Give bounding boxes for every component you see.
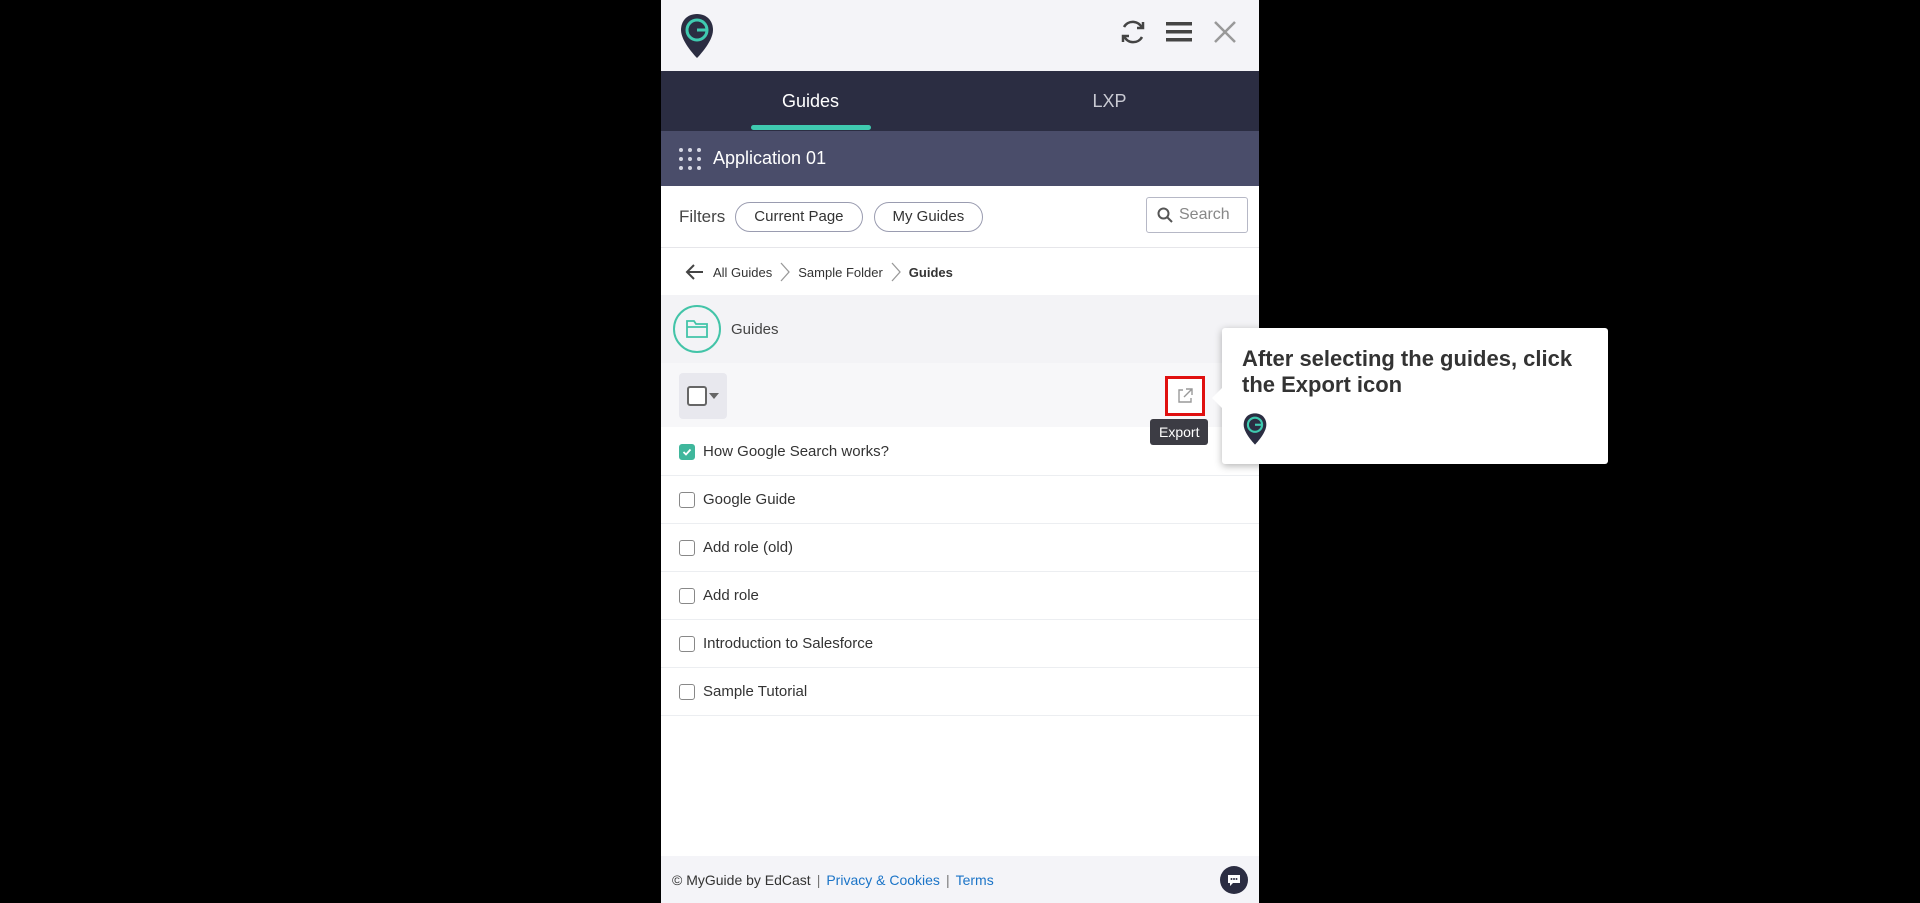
footer: © MyGuide by EdCast | Privacy & Cookies …	[661, 856, 1259, 903]
guide-title: Sample Tutorial	[703, 683, 808, 700]
list-toolbar	[661, 363, 1259, 427]
hamburger-menu-icon[interactable]	[1163, 16, 1195, 48]
walkthrough-callout: After selecting the guides, click the Ex…	[1212, 328, 1608, 464]
guide-checkbox[interactable]	[679, 587, 695, 604]
folder-header: Guides	[661, 295, 1259, 363]
footer-separator: |	[945, 871, 950, 888]
guide-row[interactable]: Sample Tutorial	[661, 668, 1259, 716]
breadcrumb: All Guides Sample Folder Guides	[661, 249, 1259, 295]
chat-icon	[1228, 875, 1240, 886]
export-icon	[1178, 388, 1193, 403]
guide-title: How Google Search works?	[703, 443, 889, 460]
breadcrumb-guides: Guides	[908, 264, 953, 280]
guide-row[interactable]: Add role	[661, 572, 1259, 620]
caret-down-icon	[709, 393, 719, 399]
tab-bar: Guides LXP	[661, 71, 1259, 131]
guide-title: Google Guide	[703, 491, 796, 508]
select-all-dropdown[interactable]	[679, 373, 727, 419]
export-button[interactable]	[1165, 376, 1205, 416]
tab-guides[interactable]: Guides	[661, 71, 960, 131]
close-icon[interactable]	[1209, 16, 1241, 48]
breadcrumb-sample-folder[interactable]: Sample Folder	[798, 265, 883, 280]
filters-bar: Filters Current Page My Guides Search	[661, 186, 1259, 248]
tab-lxp[interactable]: LXP	[960, 71, 1259, 131]
guide-title: Add role	[703, 587, 759, 604]
application-name: Application 01	[713, 148, 827, 168]
search-input[interactable]: Search	[1146, 197, 1248, 233]
filter-current-page[interactable]: Current Page	[735, 201, 863, 232]
search-placeholder: Search	[1179, 206, 1230, 223]
guide-row[interactable]: Introduction to Salesforce	[661, 620, 1259, 668]
myguide-panel: Guides LXP Application 01 Filters Curren…	[661, 0, 1259, 903]
guide-checkbox[interactable]	[679, 635, 695, 652]
terms-link[interactable]: Terms	[956, 872, 994, 888]
filter-my-guides[interactable]: My Guides	[873, 201, 984, 232]
guide-checkbox[interactable]	[679, 539, 695, 556]
footer-separator: |	[816, 871, 821, 888]
guide-title: Add role (old)	[703, 539, 794, 556]
guide-row[interactable]: Add role (old)	[661, 524, 1259, 572]
top-bar	[661, 0, 1259, 71]
apps-grid-icon	[679, 147, 701, 170]
checkmark-icon	[682, 448, 692, 456]
folder-name: Guides	[731, 320, 779, 338]
myguide-logo-icon	[681, 14, 713, 58]
select-all-checkbox[interactable]	[687, 386, 707, 406]
guide-row[interactable]: Google Guide	[661, 476, 1259, 524]
application-selector[interactable]: Application 01	[661, 131, 1259, 186]
chevron-right-icon	[891, 262, 901, 282]
filters-label: Filters	[679, 206, 726, 226]
guide-checkbox[interactable]	[679, 443, 695, 460]
guide-list: How Google Search works? Google Guide Add …	[661, 428, 1259, 716]
guide-title: Introduction to Salesforce	[703, 635, 874, 652]
callout-text: After selecting the guides, click the Ex…	[1242, 346, 1573, 397]
refresh-icon[interactable]	[1117, 16, 1149, 48]
back-arrow-icon[interactable]	[685, 262, 705, 282]
folder-icon	[673, 305, 721, 353]
privacy-cookies-link[interactable]: Privacy & Cookies	[826, 872, 940, 888]
chat-button[interactable]	[1220, 866, 1248, 894]
copyright-text: © MyGuide by EdCast	[672, 871, 811, 888]
guide-checkbox[interactable]	[679, 491, 695, 508]
chevron-right-icon	[780, 262, 791, 282]
myguide-logo-icon	[1243, 413, 1267, 445]
guide-checkbox[interactable]	[679, 683, 695, 700]
search-icon	[1157, 207, 1173, 223]
breadcrumb-all-guides[interactable]: All Guides	[713, 265, 772, 280]
guide-row[interactable]: How Google Search works?	[661, 428, 1259, 476]
